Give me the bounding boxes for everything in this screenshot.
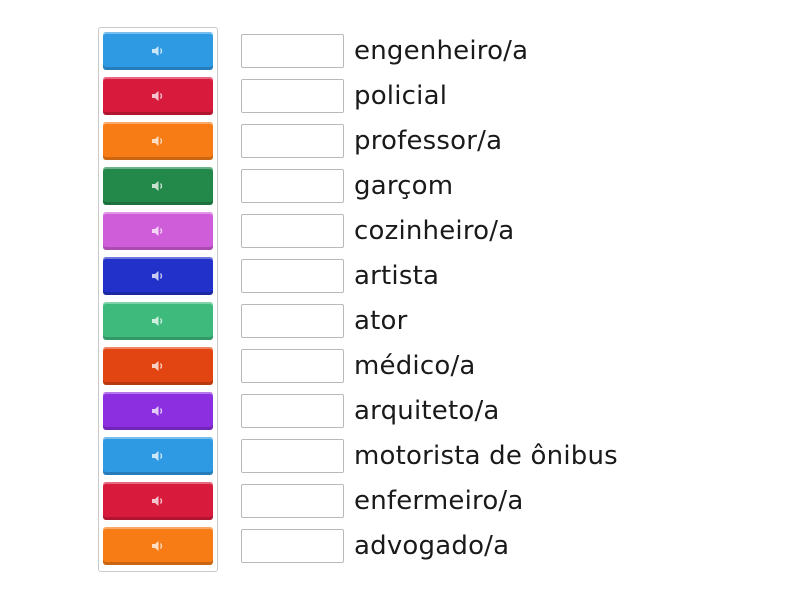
audio-tile[interactable]: [103, 392, 213, 430]
answer-row: motorista de ônibus: [241, 438, 618, 474]
answer-row: policial: [241, 78, 447, 114]
answer-row: médico/a: [241, 348, 476, 384]
speaker-icon: [152, 406, 163, 416]
speaker-icon: [152, 361, 163, 371]
speaker-icon: [152, 46, 163, 56]
audio-tile[interactable]: [103, 122, 213, 160]
speaker-icon: [152, 181, 163, 191]
drop-slot[interactable]: [241, 259, 344, 293]
drop-slot[interactable]: [241, 349, 344, 383]
answer-row: professor/a: [241, 123, 502, 159]
word-label: motorista de ônibus: [354, 441, 618, 471]
speaker-icon: [152, 136, 163, 146]
answer-row: garçom: [241, 168, 453, 204]
word-label: ator: [354, 306, 408, 336]
drop-slot[interactable]: [241, 439, 344, 473]
word-label: engenheiro/a: [354, 36, 529, 66]
audio-tile[interactable]: [103, 77, 213, 115]
word-label: enfermeiro/a: [354, 486, 524, 516]
audio-tile[interactable]: [103, 302, 213, 340]
audio-tile[interactable]: [103, 167, 213, 205]
drop-slot[interactable]: [241, 484, 344, 518]
speaker-icon: [152, 316, 163, 326]
answer-row: engenheiro/a: [241, 33, 528, 69]
audio-tile[interactable]: [103, 482, 213, 520]
word-label: advogado/a: [354, 531, 510, 561]
drop-slot[interactable]: [241, 304, 344, 338]
audio-tile[interactable]: [103, 437, 213, 475]
audio-tile[interactable]: [103, 32, 213, 70]
drop-slot[interactable]: [241, 79, 344, 113]
word-label: policial: [354, 81, 448, 111]
word-label: arquiteto/a: [354, 396, 500, 426]
match-activity: engenheiro/a policial professor/a garçom coz…: [0, 0, 800, 600]
drop-slot[interactable]: [241, 214, 344, 248]
audio-tile[interactable]: [103, 527, 213, 565]
speaker-icon: [152, 496, 163, 506]
answer-row: cozinheiro/a: [241, 213, 514, 249]
speaker-icon: [152, 91, 163, 101]
word-label: professor/a: [354, 126, 503, 156]
answer-row: advogado/a: [241, 528, 509, 564]
word-label: garçom: [354, 171, 454, 201]
drop-slot[interactable]: [241, 394, 344, 428]
drop-slot[interactable]: [241, 169, 344, 203]
word-label: médico/a: [354, 351, 476, 381]
answer-row: ator: [241, 303, 408, 339]
drop-slot[interactable]: [241, 124, 344, 158]
drop-slot[interactable]: [241, 34, 344, 68]
audio-tile[interactable]: [103, 347, 213, 385]
speaker-icon: [152, 451, 163, 461]
answer-row: enfermeiro/a: [241, 483, 524, 519]
word-label: cozinheiro/a: [354, 216, 515, 246]
audio-tile[interactable]: [103, 212, 213, 250]
answer-row: arquiteto/a: [241, 393, 500, 429]
word-label: artista: [354, 261, 440, 291]
answer-row: artista: [241, 258, 439, 294]
speaker-icon: [152, 541, 163, 551]
speaker-icon: [152, 226, 163, 236]
drop-slot[interactable]: [241, 529, 344, 563]
audio-tile[interactable]: [103, 257, 213, 295]
speaker-icon: [152, 271, 163, 281]
